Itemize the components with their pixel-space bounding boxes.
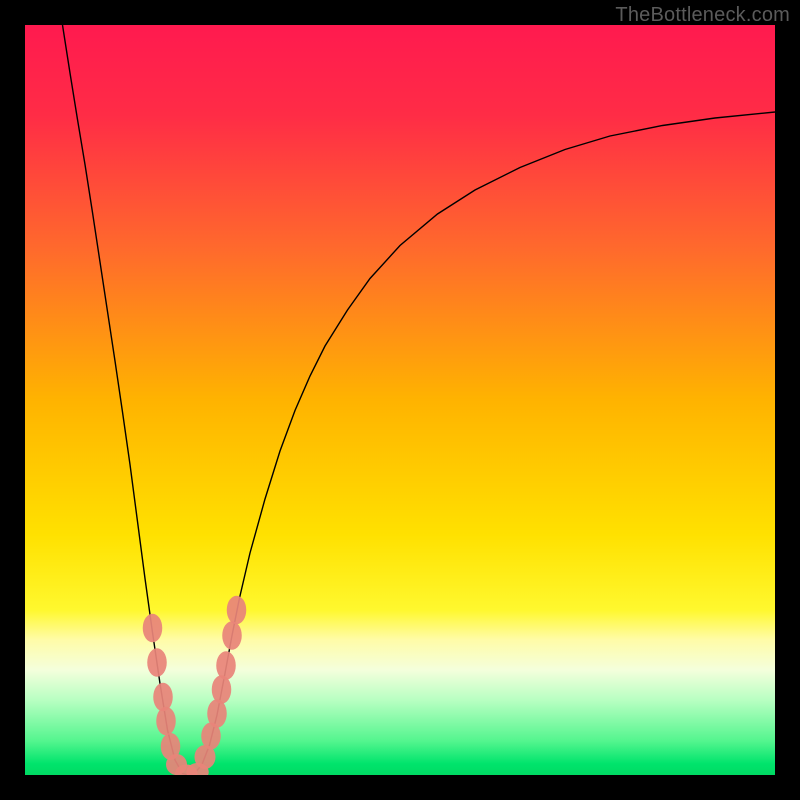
data-marker bbox=[156, 707, 176, 736]
watermark-text: TheBottleneck.com bbox=[615, 4, 790, 27]
data-marker bbox=[147, 648, 167, 677]
data-marker bbox=[227, 596, 247, 625]
data-marker bbox=[143, 614, 163, 643]
data-marker bbox=[212, 675, 232, 704]
data-marker bbox=[153, 683, 173, 712]
plot-area bbox=[25, 25, 775, 775]
data-marker bbox=[207, 699, 227, 728]
data-markers bbox=[25, 25, 775, 775]
data-marker bbox=[222, 621, 242, 650]
chart-frame: TheBottleneck.com bbox=[0, 0, 800, 800]
data-marker bbox=[216, 651, 236, 680]
